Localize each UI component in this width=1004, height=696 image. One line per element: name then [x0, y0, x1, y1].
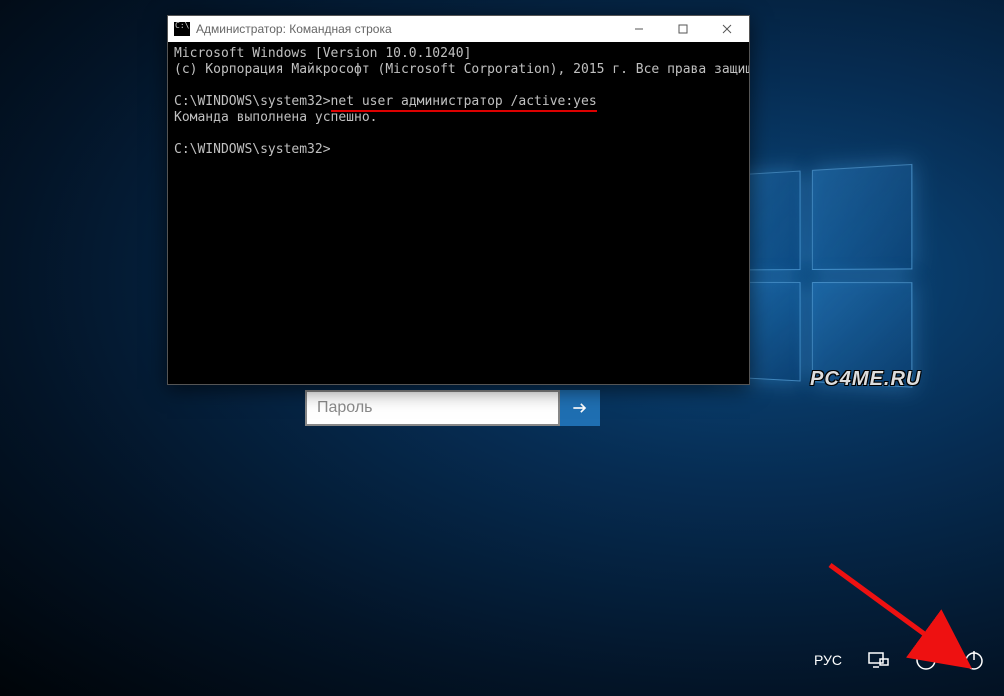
minimize-button[interactable]: [617, 16, 661, 42]
monitor-icon: [866, 648, 890, 672]
maximize-icon: [678, 24, 688, 34]
submit-arrow-button[interactable]: [560, 390, 600, 426]
ease-of-access-icon: [914, 648, 938, 672]
terminal-line: Команда выполнена успешно.: [174, 110, 378, 125]
window-title: Администратор: Командная строка: [196, 22, 392, 36]
language-indicator[interactable]: РУС: [814, 652, 842, 668]
command-prompt-window: Администратор: Командная строка Microsof…: [167, 15, 750, 385]
close-icon: [722, 24, 732, 34]
close-button[interactable]: [705, 16, 749, 42]
login-password-area: [305, 390, 600, 426]
terminal-prompt: C:\WINDOWS\system32>: [174, 142, 331, 157]
terminal-line: (c) Корпорация Майкрософт (Microsoft Cor…: [174, 62, 749, 77]
cmd-app-icon: [174, 22, 190, 36]
maximize-button[interactable]: [661, 16, 705, 42]
power-button[interactable]: [962, 648, 986, 672]
login-tray: РУС: [814, 648, 986, 672]
power-icon: [962, 648, 986, 672]
terminal-prompt: C:\WINDOWS\system32>: [174, 94, 331, 109]
password-input[interactable]: [305, 390, 560, 426]
arrow-right-icon: [570, 398, 590, 418]
network-icon[interactable]: [866, 648, 890, 672]
ease-of-access-button[interactable]: [914, 648, 938, 672]
window-titlebar[interactable]: Администратор: Командная строка: [168, 16, 749, 42]
terminal-body[interactable]: Microsoft Windows [Version 10.0.10240] (…: [168, 42, 749, 384]
terminal-line: Microsoft Windows [Version 10.0.10240]: [174, 46, 471, 61]
watermark-text: PC4ME.RU: [810, 368, 921, 391]
minimize-icon: [634, 24, 644, 34]
